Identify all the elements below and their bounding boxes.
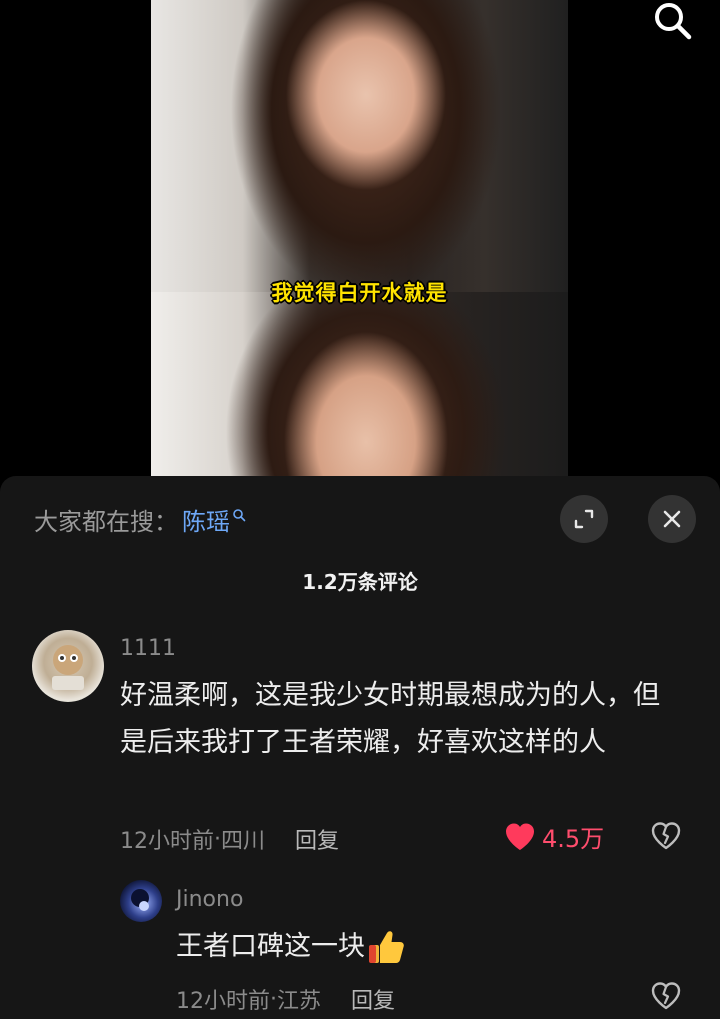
meta-separator: ·: [270, 986, 277, 1012]
avatar[interactable]: [32, 630, 104, 702]
comment-meta: 12小时前 · 四川 回复: [120, 823, 339, 855]
meta-separator: ·: [214, 826, 221, 852]
trending-search[interactable]: 大家都在搜： 陈瑶: [34, 502, 246, 537]
like-count: 4.5万: [542, 825, 605, 853]
search-button[interactable]: [648, 0, 696, 42]
comment-location: 四川: [221, 829, 266, 854]
like-button[interactable]: 4.5万: [504, 819, 604, 854]
dislike-button[interactable]: [650, 821, 682, 854]
reply-meta: 12小时前 · 江苏 回复: [176, 983, 395, 1015]
reply-text: 王者口碑这一块: [176, 931, 365, 962]
reply-dislike-button[interactable]: [650, 981, 682, 1014]
reply-time: 12小时前: [176, 989, 270, 1014]
trending-prefix: 大家都在搜：: [34, 508, 178, 536]
close-icon: [663, 510, 681, 528]
comment-text: 好温柔啊，这是我少女时期最想成为的人，但是后来我打了王者荣耀，好喜欢这样的人: [120, 680, 660, 758]
small-search-icon: [233, 508, 246, 521]
reply-button[interactable]: 回复: [295, 823, 339, 855]
reply-location: 江苏: [277, 989, 322, 1014]
search-icon: [655, 3, 692, 40]
reply-text-row: 王者口碑这一块: [176, 923, 407, 970]
video-subtitle: 我觉得白开水就是: [271, 281, 448, 305]
broken-heart-icon: [651, 982, 681, 1010]
reply-avatar[interactable]: [120, 880, 162, 922]
comment-count: 1.2万条评论: [302, 570, 418, 594]
comment-sheet: 大家都在搜： 陈瑶 1.2万条评论 1111 好温柔啊，这是我少女时期最想成为的…: [0, 476, 720, 1019]
expand-icon: [574, 509, 594, 529]
video-player[interactable]: 我觉得白开水就是: [0, 0, 720, 476]
close-button[interactable]: [648, 495, 696, 543]
reply-avatar-image: [131, 889, 149, 911]
video-frame[interactable]: 我觉得白开水就是: [151, 0, 568, 476]
expand-button[interactable]: [560, 495, 608, 543]
heart-icon: [506, 823, 534, 850]
broken-heart-icon: [651, 822, 681, 850]
reply-username[interactable]: Jinono: [176, 887, 243, 912]
comment-time: 12小时前: [120, 829, 214, 854]
comment-username[interactable]: 1111: [120, 636, 176, 661]
video-frame-top-panel: [151, 0, 568, 292]
reply-button[interactable]: 回复: [351, 983, 395, 1015]
avatar-image: [52, 645, 84, 690]
thumbs-up-emoji: [369, 930, 404, 963]
trending-keyword[interactable]: 陈瑶: [182, 502, 230, 537]
video-frame-bottom-panel: [151, 292, 568, 476]
